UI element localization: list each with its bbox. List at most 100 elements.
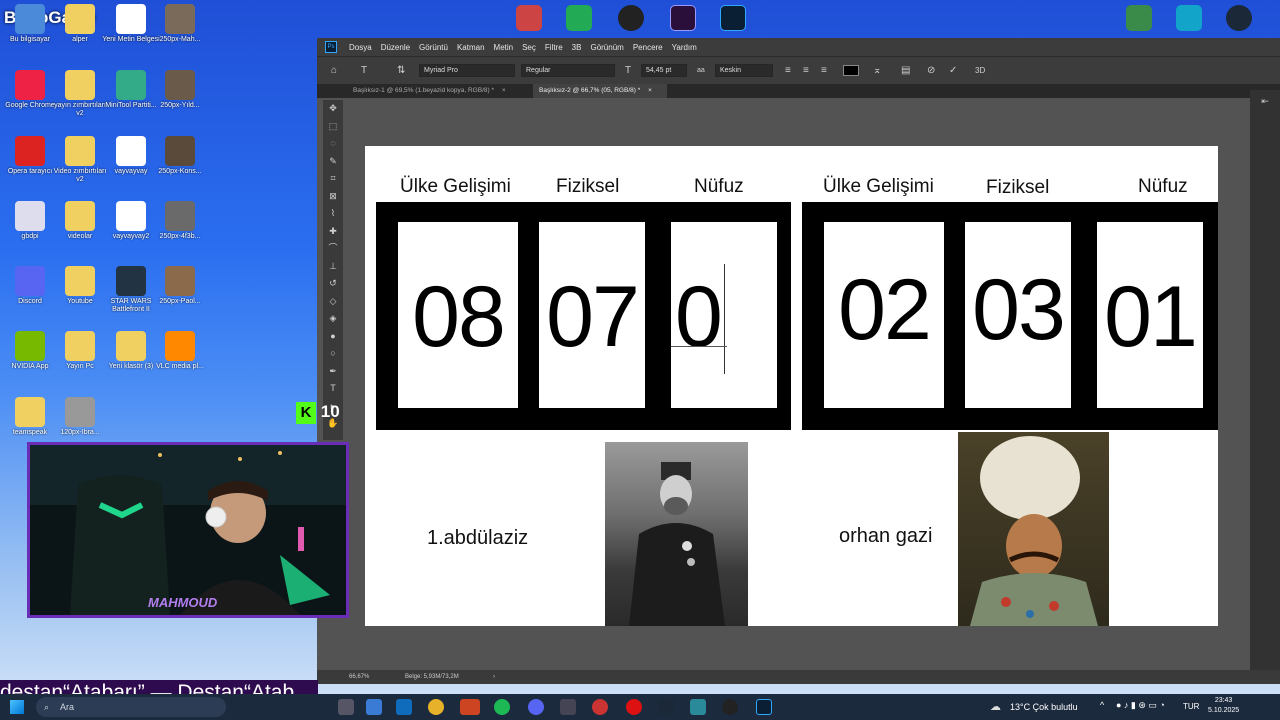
desktop-icon[interactable]: 120px-Ibra... [50, 397, 110, 437]
kick-icon: K [296, 402, 316, 424]
chrome-icon[interactable] [428, 699, 444, 715]
menu-item[interactable]: Seç [522, 43, 536, 52]
desktop-item-icon [165, 4, 195, 34]
app-icon[interactable] [516, 5, 542, 31]
desktop-item-icon [116, 331, 146, 361]
clock[interactable]: 23:43 5.10.2025 [1208, 696, 1239, 716]
text-orientation-icon[interactable]: ⇅ [397, 65, 405, 77]
pen-tool-icon[interactable]: ✒ [323, 363, 343, 381]
close-icon[interactable]: × [502, 87, 506, 94]
opera-icon[interactable] [626, 699, 642, 715]
cancel-icon[interactable]: ⊘ [927, 65, 935, 77]
font-family-select[interactable]: Myriad Pro [419, 64, 515, 77]
crop-tool-icon[interactable]: ⌗ [323, 170, 343, 188]
app-icon[interactable] [560, 699, 576, 715]
bucket-tool-icon[interactable]: ◈ [323, 310, 343, 328]
steam-icon[interactable] [658, 699, 674, 715]
start-icon[interactable] [10, 700, 24, 714]
score-card: 07 [539, 222, 645, 408]
frame-tool-icon[interactable]: ⊠ [323, 188, 343, 206]
menu-item[interactable]: Metin [494, 43, 514, 52]
spotify-icon[interactable] [494, 699, 510, 715]
menu-item[interactable]: Dosya [349, 43, 372, 52]
type-tool-icon[interactable]: T [323, 380, 343, 398]
menu-item[interactable]: 3B [572, 43, 582, 52]
3d-button[interactable]: 3D [975, 65, 985, 77]
home-icon[interactable]: ⌂ [331, 65, 337, 77]
blur-tool-icon[interactable]: ● [323, 328, 343, 346]
app-icon[interactable] [1126, 5, 1152, 31]
desktop-icon[interactable]: 250px-4f3b... [150, 201, 210, 241]
dodge-tool-icon[interactable]: ○ [323, 345, 343, 363]
align-right-icon[interactable]: ≡ [821, 65, 827, 77]
eyedropper-tool-icon[interactable]: ⌇ [323, 205, 343, 223]
text-tool-icon[interactable]: T [361, 65, 367, 77]
tab-document-2[interactable]: Başlıksız-2 @ 66,7% (05, RGB/8) * × [533, 84, 667, 98]
document-canvas[interactable]: Ülke Gelişimi Fiziksel Nüfuz 08 07 0 Ülk… [365, 146, 1218, 626]
taskbar-search[interactable]: ⌕ Ara [36, 697, 226, 717]
search-icon: ⌕ [44, 702, 50, 712]
brush-tool-icon[interactable]: ⌒ [323, 240, 343, 258]
commit-icon[interactable]: ✓ [949, 65, 957, 77]
app-icon[interactable] [460, 699, 480, 715]
obs-icon[interactable] [618, 5, 644, 31]
discord-icon[interactable] [528, 699, 544, 715]
status-arrow-icon[interactable]: › [493, 670, 495, 684]
text-color-swatch[interactable] [843, 65, 859, 76]
align-left-icon[interactable]: ≡ [785, 65, 791, 77]
premiere-icon[interactable] [670, 5, 696, 31]
menu-item[interactable]: Yardım [672, 43, 697, 52]
history-brush-icon[interactable]: ↺ [323, 275, 343, 293]
app-icon[interactable] [690, 699, 706, 715]
font-size-select[interactable]: 54,45 pt [641, 64, 687, 77]
menu-item[interactable]: Görünüm [590, 43, 623, 52]
obs-icon[interactable] [722, 699, 738, 715]
move-tool-icon[interactable]: ✥ [323, 100, 343, 118]
desktop-icon[interactable]: 250px-Yıld... [150, 70, 210, 110]
close-icon[interactable]: × [648, 87, 652, 94]
align-center-icon[interactable]: ≡ [803, 65, 809, 77]
menu-item[interactable]: Düzenle [381, 43, 410, 52]
menu-item[interactable]: Görüntü [419, 43, 448, 52]
tools-panel: ✥ ⬚ ◌ ✎ ⌗ ⊠ ⌇ ✚ ⌒ ⊥ ↺ ◇ ◈ ● ○ ✒ T ▸ ✋ [323, 100, 343, 440]
store-icon[interactable] [366, 699, 382, 715]
outlook-icon[interactable] [396, 699, 412, 715]
healing-tool-icon[interactable]: ✚ [323, 223, 343, 241]
panels-icon[interactable]: ▤ [901, 65, 910, 77]
stamp-tool-icon[interactable]: ⊥ [323, 258, 343, 276]
language-indicator[interactable]: TUR [1183, 702, 1199, 711]
steam-icon[interactable] [1226, 5, 1252, 31]
eraser-tool-icon[interactable]: ◇ [323, 293, 343, 311]
menu-item[interactable]: Filtre [545, 43, 563, 52]
desktop-icon[interactable]: VLC media pl... [150, 331, 210, 371]
task-view-icon[interactable] [338, 699, 354, 715]
app-icon[interactable] [566, 5, 592, 31]
font-style-select[interactable]: Regular [521, 64, 615, 77]
photoshop-icon[interactable] [756, 699, 772, 715]
desktop-icon[interactable]: 250px-Mah... [150, 4, 210, 44]
tray-chevron-icon[interactable]: ^ [1100, 700, 1104, 710]
quick-select-tool-icon[interactable]: ✎ [323, 153, 343, 171]
lasso-tool-icon[interactable]: ◌ [323, 135, 343, 153]
warp-text-icon[interactable]: ⌅ [873, 65, 881, 77]
panel-expand-icon[interactable]: ⇤ [1250, 96, 1280, 107]
app-icon[interactable] [592, 699, 608, 715]
desktop-icon[interactable]: 250px-Paol... [150, 266, 210, 306]
score-card-editing[interactable]: 0 [671, 222, 777, 408]
photoshop-icon[interactable] [720, 5, 746, 31]
tray-icons[interactable]: ● ♪ ▮ ⊛ ▭ ◔ [1116, 700, 1165, 711]
antialias-select[interactable]: Keskin [715, 64, 773, 77]
cam-watermark: MAHMOUD [148, 595, 218, 610]
right-panel-strip: ⇤ [1250, 90, 1280, 684]
desktop-icon[interactable]: 250px-Kons... [150, 136, 210, 176]
weather-text[interactable]: 13°C Çok bulutlu [1010, 702, 1078, 712]
menu-item[interactable]: Pencere [633, 43, 663, 52]
tab-document-1[interactable]: Başlıksız-1 @ 69,5% (1.beyazid kopya, RG… [347, 84, 531, 98]
marquee-tool-icon[interactable]: ⬚ [323, 118, 343, 136]
vpn-icon[interactable] [1176, 5, 1202, 31]
zoom-level[interactable]: 66,67% [349, 670, 369, 684]
desktop-item-icon [65, 397, 95, 427]
portrait-figure [970, 436, 1098, 626]
desktop-icon-label: 250px-4f3b... [159, 233, 201, 240]
menu-item[interactable]: Katman [457, 43, 485, 52]
